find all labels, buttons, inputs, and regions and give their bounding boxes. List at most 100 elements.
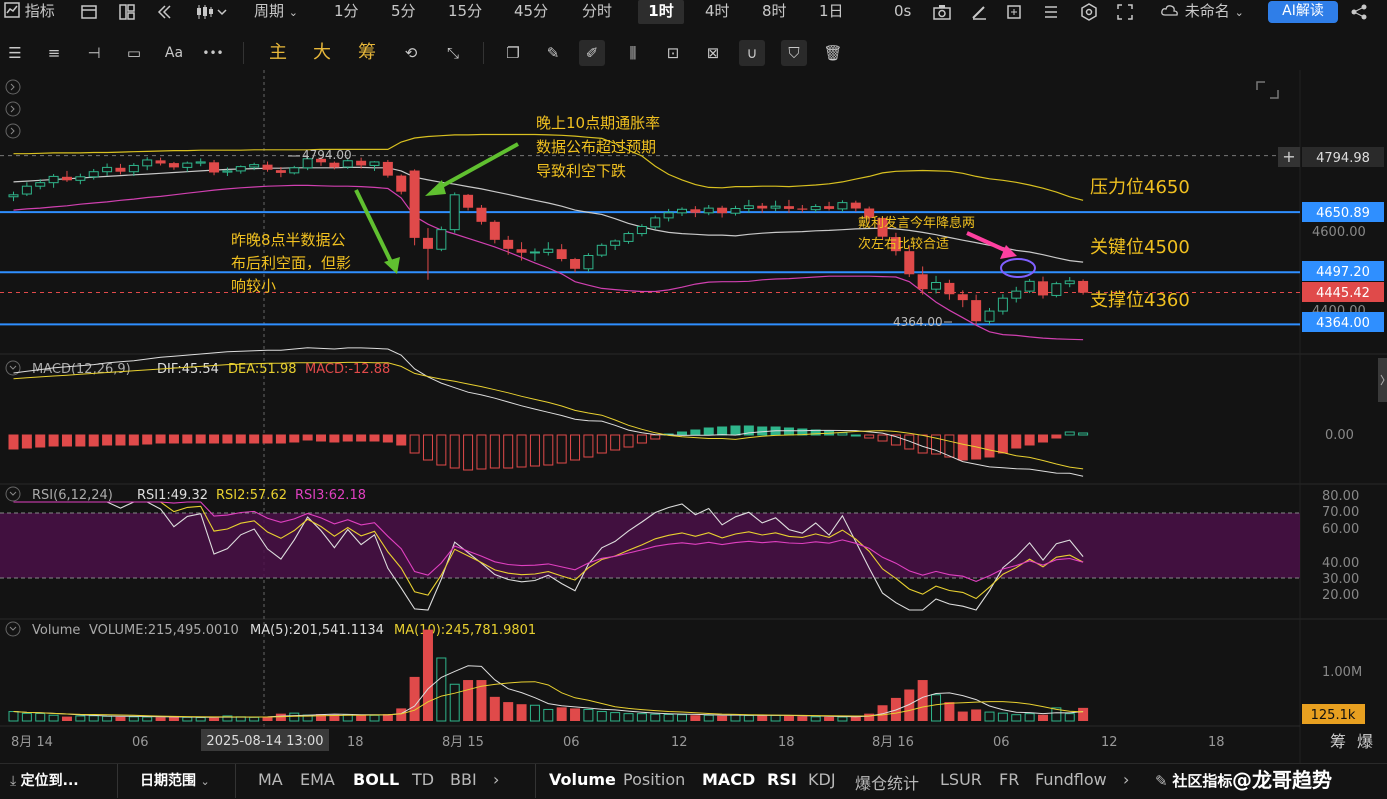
macd-bar xyxy=(503,434,514,469)
candle-body xyxy=(35,182,46,187)
volume-bar xyxy=(904,689,915,721)
axis-chips-label[interactable]: 筹 xyxy=(1330,732,1346,751)
settings-hex-icon[interactable] xyxy=(1080,0,1098,24)
tf-45m[interactable]: 45分 xyxy=(514,0,548,24)
tf-timeshare[interactable]: 分时 xyxy=(582,0,612,24)
sync-icon[interactable]: ⟲ xyxy=(398,40,424,66)
volume-bar xyxy=(971,709,982,721)
rectangle-icon[interactable]: ▭ xyxy=(121,40,147,66)
macd-bar xyxy=(596,434,607,454)
chips-toggle[interactable]: 筹 xyxy=(354,40,380,66)
sub-rsi[interactable]: RSI xyxy=(767,770,797,789)
svg-text:RSI3:62.18: RSI3:62.18 xyxy=(295,488,366,503)
candle-body xyxy=(529,251,540,254)
trend-tool-icon[interactable]: ⤡ xyxy=(440,40,466,66)
candle-body xyxy=(463,194,474,208)
rsi-axis-80: 80.00 xyxy=(1322,489,1359,504)
volume-bar xyxy=(636,713,647,722)
save-layout-icon[interactable] xyxy=(80,0,98,24)
chevron-right-icon[interactable]: › xyxy=(493,770,499,789)
align-icon[interactable]: ≡ xyxy=(41,40,67,66)
macd-bar xyxy=(730,425,741,436)
text-font-icon[interactable]: Aa xyxy=(161,40,187,66)
fullscreen-icon[interactable] xyxy=(1116,0,1134,24)
sub-lsur[interactable]: LSUR xyxy=(940,770,982,789)
candle-body xyxy=(971,300,982,322)
list-settings-icon[interactable] xyxy=(1042,0,1060,24)
more-icon[interactable]: ••• xyxy=(200,40,226,66)
pencil-icon[interactable] xyxy=(970,0,988,24)
ind-ma[interactable]: MA xyxy=(258,770,283,789)
ind-td[interactable]: TD xyxy=(412,770,434,789)
sub-fundflow[interactable]: Fundflow xyxy=(1035,770,1107,789)
sub-kdj[interactable]: KDJ xyxy=(808,770,836,789)
ind-ema[interactable]: EMA xyxy=(300,770,335,789)
axis-liquidation-label[interactable]: 爆 xyxy=(1357,732,1373,751)
indicators-button[interactable]: 指标 xyxy=(4,0,55,24)
indicator-bars-icon[interactable]: ⫼ xyxy=(620,40,646,66)
chart-area[interactable]: 4600.00 4400.00 + 4794.98 4650.89 4497.2… xyxy=(0,70,1387,763)
chart-type-candle-icon[interactable] xyxy=(196,0,230,24)
tf-1m[interactable]: 1分 xyxy=(334,0,359,24)
sub-position[interactable]: Position xyxy=(623,770,685,789)
tf-5m[interactable]: 5分 xyxy=(391,0,416,24)
volume-bar xyxy=(489,696,500,721)
menu-icon[interactable]: ☰ xyxy=(2,40,28,66)
ind-boll[interactable]: BOLL xyxy=(353,770,399,789)
candle-body xyxy=(275,170,286,173)
tf-15m[interactable]: 15分 xyxy=(448,0,482,24)
svg-text:18: 18 xyxy=(778,735,795,750)
chevron-right-icon[interactable]: › xyxy=(1123,770,1129,789)
locate-button[interactable]: ⤓ 定位到... xyxy=(10,770,79,790)
candle-body xyxy=(717,207,728,214)
candle xyxy=(396,174,407,195)
tf-8h[interactable]: 8时 xyxy=(762,0,787,24)
brush-icon[interactable]: ✐ xyxy=(579,40,605,66)
big-order-toggle[interactable]: 大 xyxy=(309,40,335,66)
chevron-down-icon: ⌄ xyxy=(1234,6,1244,19)
ruler-icon[interactable]: ✎ xyxy=(540,40,566,66)
copy-icon[interactable]: ❐ xyxy=(500,40,526,66)
horizontal-line-icon[interactable]: ⊣ xyxy=(81,40,107,66)
rsi-header: RSI(6,12,24) RSI1:49.32 RSI2:57.62 RSI3:… xyxy=(5,486,366,503)
seconds-setting[interactable]: 0s xyxy=(894,0,911,24)
ai-interpret-button[interactable]: AI解读 xyxy=(1268,1,1338,23)
magnet-icon[interactable]: ∪ xyxy=(739,40,765,66)
community-indicators[interactable]: ✎ 社区指标 xyxy=(1155,770,1232,791)
layout-name-dropdown[interactable]: 未命名 ⌄ xyxy=(1160,0,1244,24)
main-chart-toggle[interactable]: 主 xyxy=(265,40,291,66)
trash-icon[interactable]: 🗑 xyxy=(820,40,846,66)
tf-1d[interactable]: 1日 xyxy=(819,0,844,24)
period-dropdown[interactable]: 周期 ⌄ xyxy=(254,0,298,24)
layout-grid-icon[interactable] xyxy=(118,0,136,24)
bottom-indicator-bar: ⤓ 定位到... 日期范围 ⌄ MA EMA BOLL TD BBI › Vol… xyxy=(0,763,1387,798)
divider xyxy=(243,42,244,64)
filter-icon[interactable]: ⛉ xyxy=(781,40,807,66)
sub-fr[interactable]: FR xyxy=(999,770,1019,789)
svg-text:06: 06 xyxy=(993,735,1010,750)
volume-bar xyxy=(556,707,567,721)
lock-icon[interactable]: ⊡ xyxy=(660,40,686,66)
macd-bar xyxy=(1078,432,1089,436)
ind-bbi[interactable]: BBI xyxy=(450,770,477,789)
volume-bar xyxy=(115,716,126,721)
svg-text:4445.42: 4445.42 xyxy=(1316,286,1370,301)
tf-1h[interactable]: 1时 xyxy=(638,0,684,24)
volume-bar xyxy=(275,713,286,721)
note-icon[interactable]: ⊠ xyxy=(700,40,726,66)
add-window-icon[interactable] xyxy=(1005,0,1023,24)
right-panel-toggle[interactable] xyxy=(1378,358,1387,402)
sub-volume[interactable]: Volume xyxy=(549,770,616,789)
sub-macd[interactable]: MACD xyxy=(702,770,755,789)
macd-bar xyxy=(115,434,126,446)
share-icon[interactable] xyxy=(1350,0,1368,24)
volume-bar xyxy=(797,716,808,721)
tf-4h[interactable]: 4时 xyxy=(705,0,730,24)
camera-icon[interactable] xyxy=(932,0,952,24)
chevron-down-icon: ⌄ xyxy=(288,6,299,19)
replay-icon[interactable] xyxy=(155,0,173,24)
sub-liquidation[interactable]: 爆仓统计 xyxy=(855,770,919,794)
date-range-dropdown[interactable]: 日期范围 ⌄ xyxy=(140,770,210,790)
volume-bar xyxy=(209,717,220,721)
candle-body xyxy=(155,160,166,164)
